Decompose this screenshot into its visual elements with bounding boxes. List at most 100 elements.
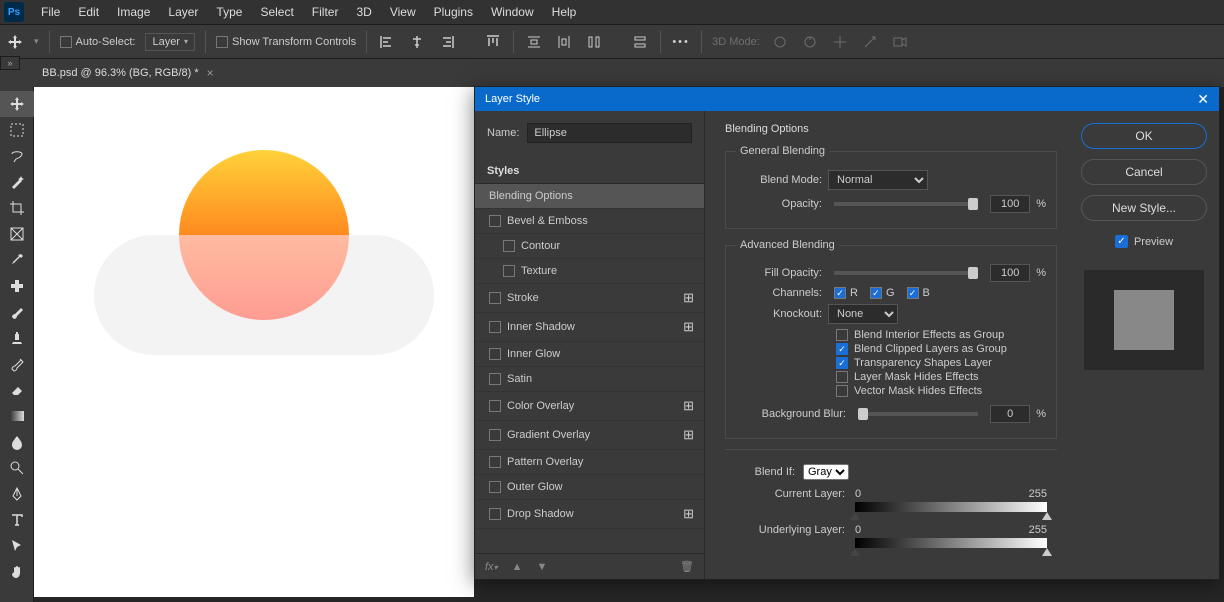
- frame-tool[interactable]: [0, 221, 34, 247]
- current-layer-label: Current Layer:: [735, 488, 845, 500]
- show-transform-checkbox[interactable]: Show Transform Controls: [216, 36, 356, 48]
- hand-tool[interactable]: [0, 559, 34, 585]
- fill-opacity-slider[interactable]: [834, 271, 978, 275]
- align-left-icon[interactable]: [377, 32, 397, 52]
- more-options-icon[interactable]: •••: [671, 32, 691, 52]
- align-center-h-icon[interactable]: [407, 32, 427, 52]
- clone-stamp-tool[interactable]: [0, 325, 34, 351]
- brush-tool[interactable]: [0, 299, 34, 325]
- ok-button[interactable]: OK: [1081, 123, 1207, 149]
- style-item-bevel-emboss[interactable]: Bevel & Emboss: [475, 209, 704, 234]
- blendif-dropdown[interactable]: Gray: [803, 464, 849, 480]
- distribute-4-icon[interactable]: [630, 32, 650, 52]
- gradient-tool[interactable]: [0, 403, 34, 429]
- opacity-slider[interactable]: [834, 202, 978, 206]
- cancel-button[interactable]: Cancel: [1081, 159, 1207, 185]
- expand-panels-icon[interactable]: »: [0, 56, 20, 70]
- add-effect-icon[interactable]: ⊞: [683, 319, 694, 335]
- menu-window[interactable]: Window: [482, 1, 543, 23]
- menu-help[interactable]: Help: [543, 1, 586, 23]
- style-item-drop-shadow[interactable]: Drop Shadow⊞: [475, 500, 704, 529]
- healing-tool[interactable]: [0, 273, 34, 299]
- close-icon[interactable]: ✕: [1197, 91, 1209, 108]
- bg-blur-input[interactable]: [990, 405, 1030, 423]
- dialog-titlebar[interactable]: Layer Style ✕: [475, 87, 1219, 111]
- blend-mode-dropdown[interactable]: Normal: [828, 170, 928, 190]
- style-item-blending-options[interactable]: Blending Options: [475, 184, 704, 209]
- channel-r-checkbox[interactable]: R: [834, 287, 858, 299]
- knockout-dropdown[interactable]: None: [828, 304, 898, 324]
- underlying-layer-slider[interactable]: [855, 538, 1047, 548]
- channel-b-checkbox[interactable]: B: [907, 287, 930, 299]
- style-item-outer-glow[interactable]: Outer Glow: [475, 475, 704, 500]
- distribute-1-icon[interactable]: [524, 32, 544, 52]
- eraser-tool[interactable]: [0, 377, 34, 403]
- menu-view[interactable]: View: [381, 1, 425, 23]
- align-top-icon[interactable]: [483, 32, 503, 52]
- general-blending-group: General Blending Blend Mode: Normal Opac…: [725, 145, 1057, 229]
- eyedropper-tool[interactable]: [0, 247, 34, 273]
- preview-checkbox[interactable]: Preview: [1081, 235, 1207, 248]
- lasso-tool[interactable]: [0, 143, 34, 169]
- fx-icon[interactable]: fx▾: [485, 561, 498, 573]
- menu-layer[interactable]: Layer: [159, 1, 207, 23]
- dodge-tool[interactable]: [0, 455, 34, 481]
- bg-blur-label: Background Blur:: [736, 408, 846, 420]
- menu-3d[interactable]: 3D: [347, 1, 380, 23]
- menu-select[interactable]: Select: [251, 1, 302, 23]
- menu-type[interactable]: Type: [207, 1, 251, 23]
- style-item-satin[interactable]: Satin: [475, 367, 704, 392]
- marquee-tool[interactable]: [0, 117, 34, 143]
- menu-plugins[interactable]: Plugins: [425, 1, 482, 23]
- style-item-color-overlay[interactable]: Color Overlay⊞: [475, 392, 704, 421]
- move-up-icon[interactable]: ▲: [512, 561, 523, 573]
- document-tab[interactable]: BB.psd @ 96.3% (BG, RGB/8) *×: [30, 59, 226, 87]
- menu-file[interactable]: File: [32, 1, 69, 23]
- style-item-stroke[interactable]: Stroke⊞: [475, 284, 704, 313]
- channel-g-checkbox[interactable]: G: [870, 287, 895, 299]
- fill-opacity-input[interactable]: [990, 264, 1030, 282]
- crop-tool[interactable]: [0, 195, 34, 221]
- opt-blend-interior-effects-as-group[interactable]: Blend Interior Effects as Group: [836, 329, 1046, 341]
- menu-edit[interactable]: Edit: [69, 1, 108, 23]
- history-brush-tool[interactable]: [0, 351, 34, 377]
- layer-name-input[interactable]: [527, 123, 692, 143]
- magic-wand-tool[interactable]: [0, 169, 34, 195]
- distribute-2-icon[interactable]: [554, 32, 574, 52]
- menu-image[interactable]: Image: [108, 1, 159, 23]
- type-tool[interactable]: [0, 507, 34, 533]
- path-select-tool[interactable]: [0, 533, 34, 559]
- blur-tool[interactable]: [0, 429, 34, 455]
- distribute-3-icon[interactable]: [584, 32, 604, 52]
- document-canvas[interactable]: [34, 87, 474, 597]
- opacity-input[interactable]: [990, 195, 1030, 213]
- add-effect-icon[interactable]: ⊞: [683, 506, 694, 522]
- opt-layer-mask-hides-effects[interactable]: Layer Mask Hides Effects: [836, 371, 1046, 383]
- style-item-texture[interactable]: Texture: [475, 259, 704, 284]
- style-item-inner-shadow[interactable]: Inner Shadow⊞: [475, 313, 704, 342]
- menu-filter[interactable]: Filter: [303, 1, 348, 23]
- style-item-contour[interactable]: Contour: [475, 234, 704, 259]
- move-tool[interactable]: [0, 91, 34, 117]
- close-tab-icon[interactable]: ×: [207, 66, 214, 80]
- add-effect-icon[interactable]: ⊞: [683, 427, 694, 443]
- style-item-inner-glow[interactable]: Inner Glow: [475, 342, 704, 367]
- pen-tool[interactable]: [0, 481, 34, 507]
- current-layer-slider[interactable]: [855, 502, 1047, 512]
- preview-swatch: [1084, 270, 1204, 370]
- add-effect-icon[interactable]: ⊞: [683, 290, 694, 306]
- move-down-icon[interactable]: ▼: [536, 561, 547, 573]
- style-item-pattern-overlay[interactable]: Pattern Overlay: [475, 450, 704, 475]
- move-tool-icon: [6, 33, 24, 51]
- new-style-button[interactable]: New Style...: [1081, 195, 1207, 221]
- opt-blend-clipped-layers-as-group[interactable]: Blend Clipped Layers as Group: [836, 343, 1046, 355]
- auto-select-checkbox[interactable]: Auto-Select:: [60, 36, 136, 48]
- bg-blur-slider[interactable]: [858, 412, 978, 416]
- auto-select-target-dropdown[interactable]: Layer▾: [145, 33, 195, 51]
- opt-vector-mask-hides-effects[interactable]: Vector Mask Hides Effects: [836, 385, 1046, 397]
- style-item-gradient-overlay[interactable]: Gradient Overlay⊞: [475, 421, 704, 450]
- opt-transparency-shapes-layer[interactable]: Transparency Shapes Layer: [836, 357, 1046, 369]
- trash-icon[interactable]: 🗑: [680, 560, 694, 573]
- add-effect-icon[interactable]: ⊞: [683, 398, 694, 414]
- align-right-icon[interactable]: [437, 32, 457, 52]
